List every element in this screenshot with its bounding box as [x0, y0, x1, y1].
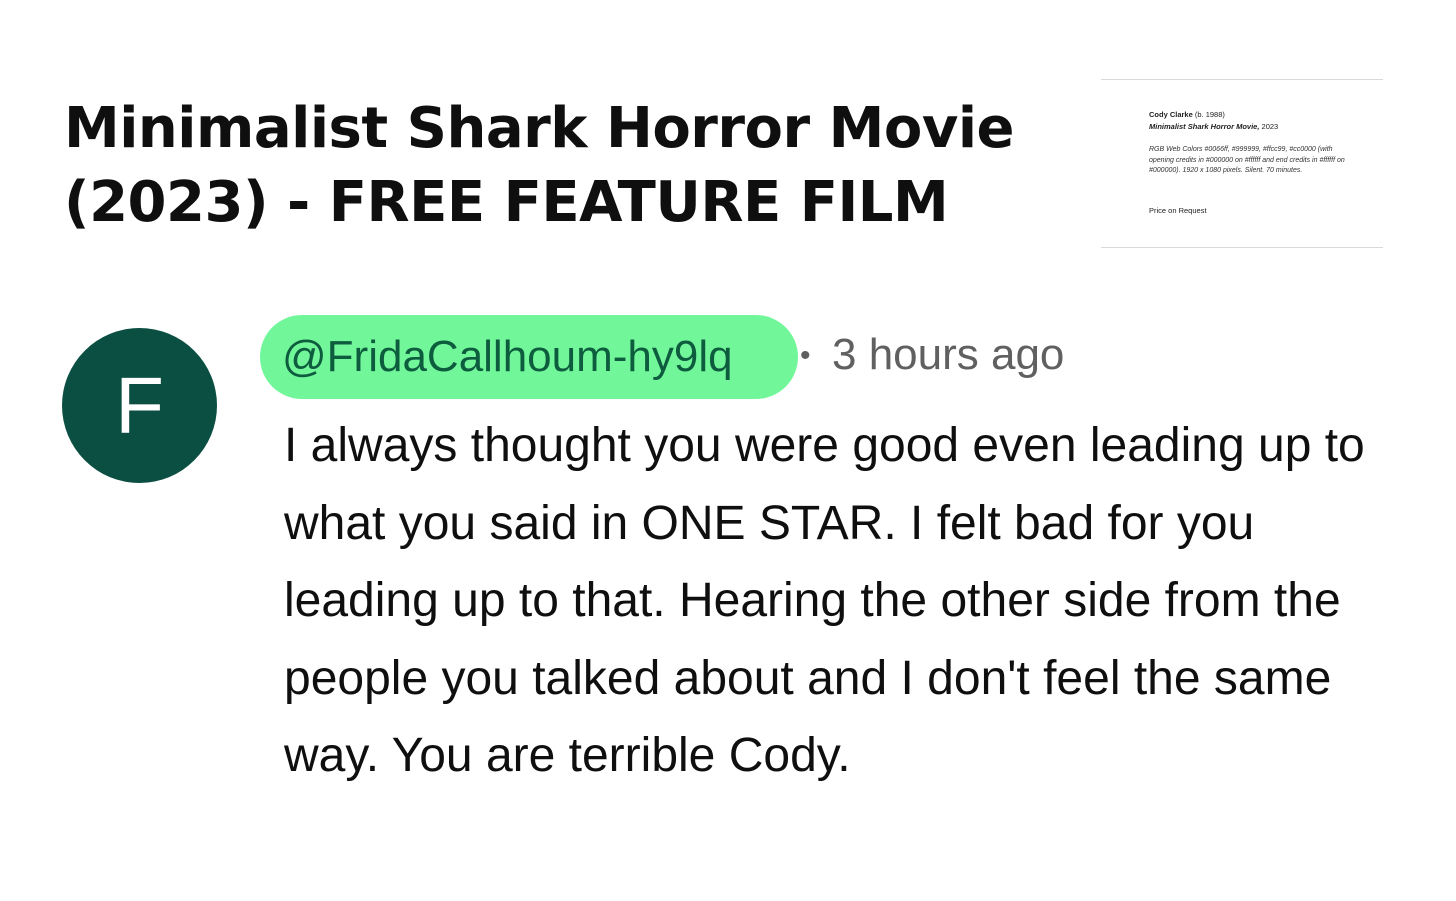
video-thumbnail[interactable]: Cody Clarke (b. 1988) Minimalist Shark H… — [1101, 79, 1383, 248]
thumbnail-artist-name: Cody Clarke — [1149, 110, 1193, 119]
thumbnail-work-name: Minimalist Shark Horror Movie, — [1149, 122, 1260, 131]
avatar-initial: F — [115, 360, 164, 450]
video-title[interactable]: Minimalist Shark Horror Movie (2023) - F… — [64, 92, 1024, 240]
comment-text: I always thought you were good even lead… — [284, 419, 1365, 782]
thumbnail-artist-born: (b. 1988) — [1194, 110, 1225, 119]
avatar[interactable]: F — [62, 328, 217, 483]
author-handle-text: @FridaCallhoum-hy9lq — [282, 332, 733, 381]
thumbnail-artist: Cody Clarke (b. 1988) — [1149, 110, 1225, 119]
comment-timestamp[interactable]: 3 hours ago — [832, 328, 1064, 382]
thumbnail-medium: RGB Web Colors #0066ff, #999999, #ffcc99… — [1149, 146, 1345, 174]
thumbnail-price: Price on Request — [1149, 206, 1207, 215]
thumbnail-work-year: 2023 — [1261, 122, 1279, 131]
thumbnail-work-title: Minimalist Shark Horror Movie, 2023 — [1149, 122, 1278, 131]
meta-separator-dot: • — [800, 339, 811, 372]
comment-author-handle[interactable]: @FridaCallhoum-hy9lq — [260, 315, 798, 399]
